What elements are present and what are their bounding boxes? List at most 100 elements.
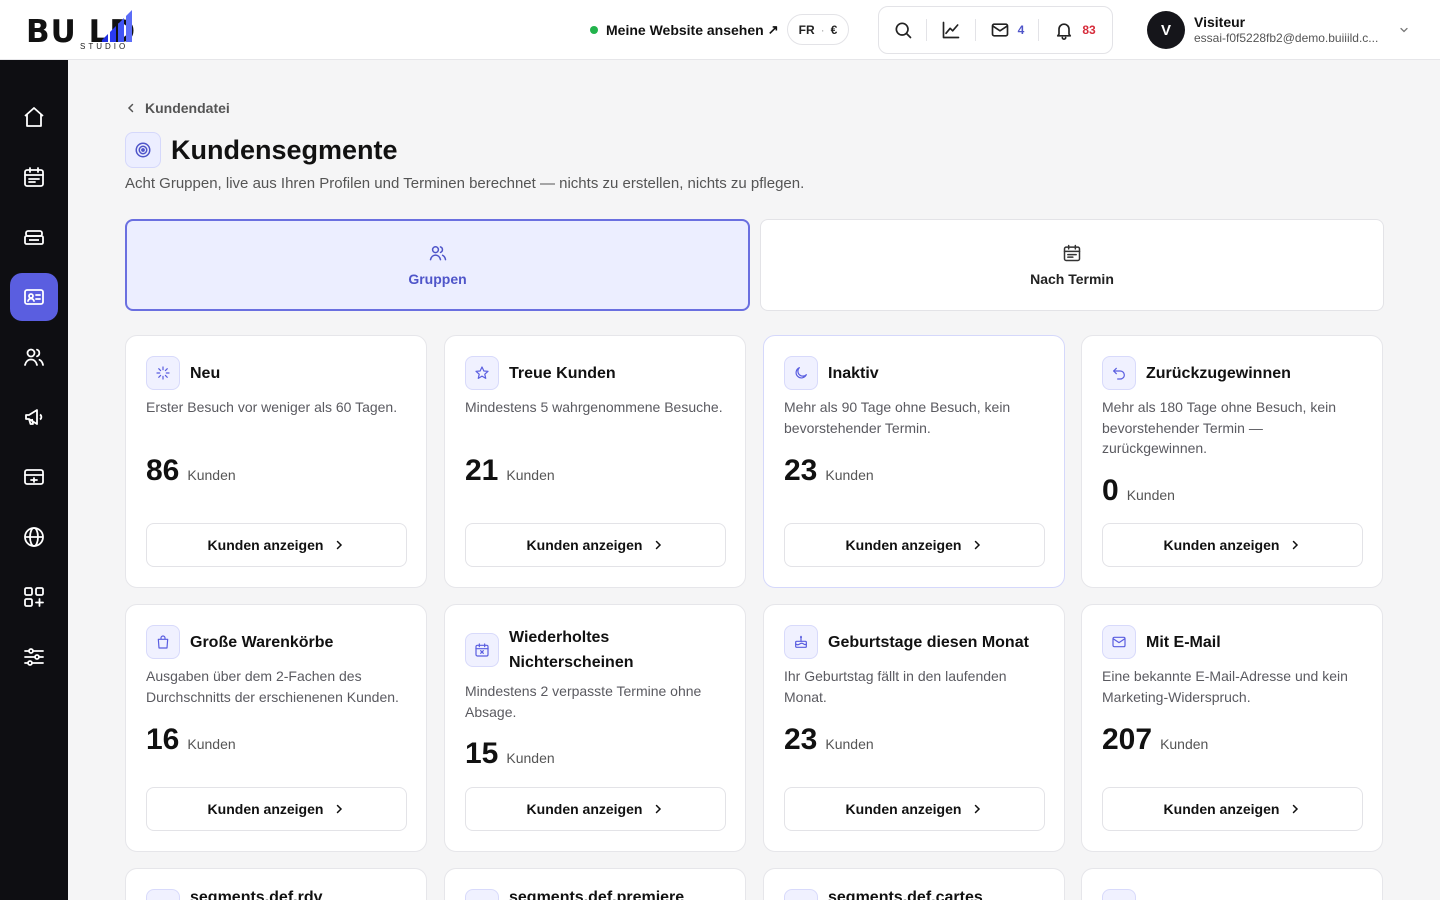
chevron-right-icon bbox=[1293, 540, 1299, 550]
card-header: Wiederholtes Nichterscheinen bbox=[465, 625, 729, 675]
cake-icon bbox=[784, 625, 818, 659]
count-value: 86 bbox=[146, 454, 180, 487]
segment-card-winback: Zurückzugewinnen Mehr als 180 Tage ohne … bbox=[1081, 335, 1383, 588]
show-clients-button[interactable]: Kunden anzeigen bbox=[1102, 523, 1363, 567]
breadcrumb-label: Kundendatei bbox=[145, 100, 230, 116]
segment-card-loyal: Treue Kunden Mindestens 5 wahrgenommene … bbox=[444, 335, 746, 588]
sidebar-item-marketing[interactable] bbox=[10, 393, 58, 441]
chevron-right-icon bbox=[656, 540, 662, 550]
sidebar-item-home[interactable] bbox=[10, 93, 58, 141]
show-clients-button[interactable]: Kunden anzeigen bbox=[784, 523, 1045, 567]
sidebar-item-register[interactable] bbox=[10, 213, 58, 261]
breadcrumb[interactable]: Kundendatei bbox=[125, 99, 230, 117]
chevron-right-icon bbox=[337, 804, 343, 814]
shopping-bag-icon bbox=[146, 625, 180, 659]
sidebar-item-apps[interactable] bbox=[10, 573, 58, 621]
chevron-left-icon bbox=[127, 103, 134, 113]
segment-card-partial: segments.def.cartes bbox=[763, 868, 1065, 900]
user-info: Visiteur essai-f0f5228fb2@demo.buiiild.c… bbox=[1194, 14, 1394, 46]
card-count: 15 Kunden bbox=[465, 737, 555, 771]
card-count: 16 Kunden bbox=[146, 723, 236, 757]
count-value: 16 bbox=[146, 723, 180, 756]
tab-groups[interactable]: Gruppen bbox=[125, 219, 750, 311]
currency-symbol: € bbox=[830, 22, 838, 37]
language-currency-selector[interactable]: FR · € bbox=[787, 14, 849, 45]
card-header: Geburtstage diesen Monat bbox=[784, 625, 1048, 659]
client-card-icon bbox=[24, 289, 44, 305]
megaphone-icon bbox=[25, 409, 43, 425]
button-label: Kunden anzeigen bbox=[1163, 537, 1280, 553]
sidebar-item-settings[interactable] bbox=[10, 633, 58, 681]
users-icon bbox=[24, 348, 44, 366]
count-value: 21 bbox=[465, 454, 499, 487]
segment-card-big-baskets: Große Warenkörbe Ausgaben über dem 2-Fac… bbox=[125, 604, 427, 852]
card-header: Inaktiv bbox=[784, 356, 1048, 390]
notifications-button[interactable]: 83 bbox=[1039, 7, 1111, 53]
segment-icon bbox=[465, 889, 499, 900]
count-unit: Kunden bbox=[1160, 736, 1209, 752]
avatar: V bbox=[1147, 11, 1185, 49]
logo-subtitle: STUDIO bbox=[80, 42, 129, 51]
user-menu[interactable]: V Visiteur essai-f0f5228fb2@demo.buiiild… bbox=[1147, 11, 1417, 49]
card-description: Ihr Geburtstag fällt in den laufenden Mo… bbox=[784, 668, 1007, 705]
show-clients-button[interactable]: Kunden anzeigen bbox=[146, 787, 407, 831]
mail-icon bbox=[991, 23, 1008, 37]
count-value: 15 bbox=[465, 737, 499, 770]
settings-sliders-icon bbox=[24, 648, 44, 666]
view-website-link[interactable]: Meine Website ansehen ↗ bbox=[590, 20, 779, 40]
card-header: Zurückzugewinnen bbox=[1102, 356, 1366, 390]
card-description: Mehr als 180 Tage ohne Besuch, kein bevo… bbox=[1102, 399, 1337, 456]
sparkle-icon bbox=[146, 356, 180, 390]
card-header: Neu bbox=[146, 356, 410, 390]
search-button[interactable] bbox=[879, 7, 926, 53]
card-title: segments.def.rdv bbox=[190, 889, 323, 900]
count-value: 207 bbox=[1102, 723, 1153, 756]
tab-by-appointment[interactable]: Nach Termin bbox=[760, 219, 1384, 311]
card-title: Wiederholtes Nichterscheinen bbox=[509, 629, 634, 671]
card-count: 21 Kunden bbox=[465, 454, 555, 488]
card-description: Mindestens 5 wahrgenommene Besuche. bbox=[465, 399, 723, 415]
search-icon bbox=[895, 22, 911, 39]
segment-card-birthdays: Geburtstage diesen Monat Ihr Geburtstag … bbox=[763, 604, 1065, 852]
show-clients-button[interactable]: Kunden anzeigen bbox=[465, 523, 726, 567]
count-value: 23 bbox=[784, 723, 818, 756]
segment-card-partial bbox=[1081, 868, 1383, 900]
chevron-right-icon bbox=[975, 804, 981, 814]
count-unit: Kunden bbox=[1126, 487, 1175, 503]
chevron-down-icon bbox=[1400, 27, 1408, 33]
payment-card-icon bbox=[24, 469, 44, 485]
messages-button[interactable]: 4 bbox=[976, 7, 1038, 53]
stats-button[interactable] bbox=[927, 7, 975, 53]
show-clients-button[interactable]: Kunden anzeigen bbox=[146, 523, 407, 567]
tab-label: Nach Termin bbox=[1030, 271, 1114, 287]
logo-bars-icon bbox=[102, 10, 132, 42]
user-name: Visiteur bbox=[1194, 14, 1246, 30]
chevron-right-icon bbox=[656, 804, 662, 814]
button-label: Kunden anzeigen bbox=[207, 801, 324, 817]
sidebar-item-clients[interactable] bbox=[10, 273, 58, 321]
show-clients-button[interactable]: Kunden anzeigen bbox=[784, 787, 1045, 831]
sidebar-item-team[interactable] bbox=[10, 333, 58, 381]
sidebar-item-website[interactable] bbox=[10, 513, 58, 561]
sidebar-item-calendar[interactable] bbox=[10, 153, 58, 201]
chevron-right-icon bbox=[975, 540, 981, 550]
moon-icon bbox=[784, 356, 818, 390]
chart-line-icon bbox=[942, 21, 960, 39]
show-clients-button[interactable]: Kunden anzeigen bbox=[465, 787, 726, 831]
card-count: 86 Kunden bbox=[146, 454, 236, 488]
card-title: segments.def.premiere bbox=[509, 889, 685, 900]
target-icon bbox=[125, 132, 161, 168]
sidebar-item-payments[interactable] bbox=[10, 453, 58, 501]
card-count: 23 Kunden bbox=[784, 723, 874, 757]
count-unit: Kunden bbox=[187, 467, 236, 483]
card-title: Mit E-Mail bbox=[1146, 633, 1221, 651]
show-clients-button[interactable]: Kunden anzeigen bbox=[1102, 787, 1363, 831]
card-description: Mehr als 90 Tage ohne Besuch, kein bevor… bbox=[784, 399, 1011, 436]
header-toolbar: 4 83 bbox=[878, 6, 1113, 54]
card-count: 0 Kunden bbox=[1102, 474, 1175, 508]
card-title: Zurückzugewinnen bbox=[1146, 364, 1291, 382]
button-label: Kunden anzeigen bbox=[845, 537, 962, 553]
button-label: Kunden anzeigen bbox=[526, 801, 643, 817]
apps-icon bbox=[24, 587, 44, 607]
build-studio-logo[interactable]: BU LD STUDIO bbox=[26, 8, 186, 54]
